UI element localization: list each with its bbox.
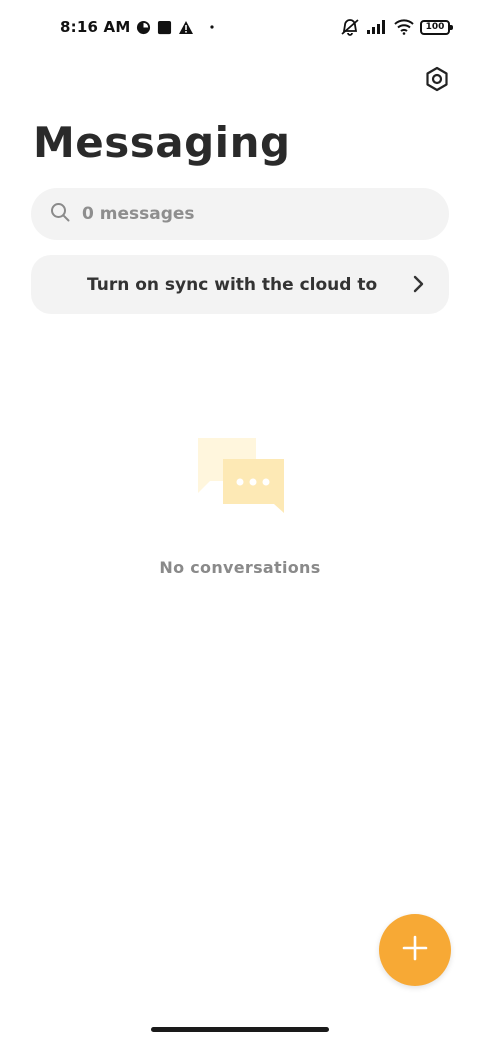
sync-banner[interactable]: Turn on sync with the cloud to	[31, 255, 449, 314]
clock-icon	[136, 20, 151, 35]
plus-icon	[401, 934, 429, 966]
status-left: 8:16 AM	[60, 16, 215, 38]
square-notification-icon	[157, 20, 172, 35]
sync-banner-text: Turn on sync with the cloud to	[87, 274, 378, 295]
home-indicator[interactable]	[151, 1027, 329, 1032]
signal-icon	[366, 19, 388, 35]
search-bar[interactable]	[31, 188, 449, 240]
search-input[interactable]	[82, 204, 402, 224]
chat-bubbles-icon	[196, 436, 286, 516]
settings-button[interactable]	[422, 66, 452, 96]
messaging-screen: 8:16 AM 100 Messaging 0 messages Turn on…	[0, 0, 480, 1040]
settings-icon	[424, 66, 450, 96]
new-message-button[interactable]	[379, 914, 451, 986]
search-icon	[50, 202, 70, 226]
wifi-icon	[394, 19, 414, 35]
empty-state-text: No conversations	[159, 558, 321, 577]
status-time: 8:16 AM	[60, 18, 131, 36]
status-right: 100	[340, 16, 453, 38]
battery-icon: 100	[420, 19, 453, 35]
mute-icon	[340, 18, 360, 36]
dot-icon	[210, 25, 215, 29]
battery-level: 100	[425, 21, 445, 32]
status-bar: 8:16 AM 100	[0, 0, 480, 54]
chevron-right-icon	[413, 274, 425, 298]
page-title: Messaging	[33, 118, 291, 167]
alert-icon	[178, 20, 194, 35]
